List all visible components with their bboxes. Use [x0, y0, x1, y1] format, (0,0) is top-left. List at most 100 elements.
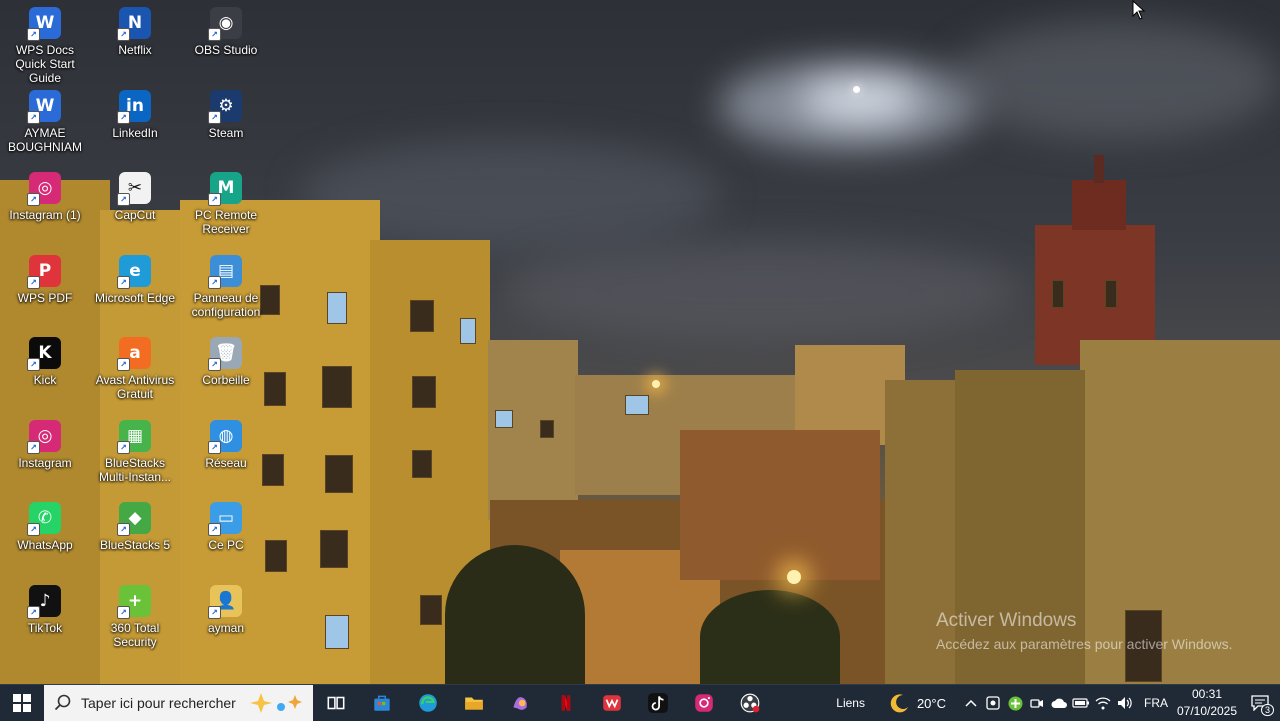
icon-glyph-text: ✂ [127, 178, 143, 198]
edge-icon: e ↗ [117, 255, 151, 289]
desktop-icon[interactable]: ◆ ↗ BlueStacks 5 [90, 497, 180, 552]
desktop-icon-label: BlueStacks 5 [99, 538, 171, 552]
obs-icon [740, 693, 760, 713]
shortcut-arrow-icon: ↗ [117, 276, 130, 289]
desktop-icon[interactable]: 🗑 ↗ Corbeille [181, 332, 271, 387]
360-security-icon: + ↗ [117, 585, 151, 619]
weather-widget[interactable]: 20°C [889, 692, 946, 714]
notification-center-button[interactable]: 3 [1240, 685, 1280, 721]
this-pc-icon: ▭ ↗ [208, 502, 242, 536]
tray-meet-now[interactable] [1026, 685, 1048, 721]
shortcut-arrow-icon: ↗ [117, 358, 130, 371]
desktop-icon-label: WPS Docs Quick Start Guide [15, 43, 75, 85]
desktop-icon[interactable]: W ↗ WPS Docs Quick Start Guide [0, 2, 90, 85]
desktop-icon-label: AYMAE BOUGHNIAM [7, 126, 82, 154]
task-view-icon [327, 696, 345, 710]
desktop-icon[interactable]: in ↗ LinkedIn [90, 85, 180, 140]
linkedin-icon: in ↗ [117, 90, 151, 124]
cloud-icon [1051, 698, 1067, 708]
start-button[interactable] [0, 685, 44, 721]
instagram-icon: ◎ ↗ [27, 172, 61, 206]
battery-icon [1072, 698, 1089, 708]
taskbar-app-wps-office[interactable] [589, 685, 635, 721]
tray-volume[interactable] [1114, 685, 1136, 721]
clock-date: 07/10/2025 [1176, 704, 1238, 718]
shortcut-arrow-icon: ↗ [117, 28, 130, 41]
taskbar-search-box[interactable]: Taper ici pour rechercher [44, 685, 313, 721]
chevron-up-icon [965, 699, 977, 707]
desktop-icon-label: WPS PDF [17, 291, 73, 305]
desktop-icon[interactable]: ▤ ↗ Panneau de configuration [181, 250, 271, 319]
taskbar-app-tiktok[interactable] [635, 685, 681, 721]
input-language[interactable]: FRA [1144, 696, 1168, 710]
taskbar-app-file-explorer[interactable] [451, 685, 497, 721]
capcut-icon: ✂ ↗ [117, 172, 151, 206]
tray-onedrive[interactable] [1048, 685, 1070, 721]
shortcut-arrow-icon: ↗ [117, 523, 130, 536]
desktop-icon-label: Instagram (1) [9, 208, 81, 222]
taskbar-app-edge[interactable] [405, 685, 451, 721]
desktop-icon[interactable]: ✆ ↗ WhatsApp [0, 497, 90, 552]
desktop-icon[interactable]: W ↗ AYMAE BOUGHNIAM [0, 85, 90, 154]
kick-icon: K ↗ [27, 337, 61, 371]
tray-security-icon[interactable] [1004, 685, 1026, 721]
desktop-icon-label: OBS Studio [194, 43, 258, 57]
tray-app-icon[interactable] [982, 685, 1004, 721]
watermark-subtitle: Accédez aux paramètres pour activer Wind… [936, 636, 1233, 652]
desktop-icon[interactable]: a ↗ Avast Antivirus Gratuit [90, 332, 180, 401]
desktop-icon[interactable]: ▭ ↗ Ce PC [181, 497, 271, 552]
app-window-icon [986, 696, 1000, 710]
shortcut-arrow-icon: ↗ [117, 193, 130, 206]
desktop-icon[interactable]: M ↗ PC Remote Receiver [181, 167, 271, 236]
tray-wifi[interactable] [1092, 685, 1114, 721]
mouse-cursor-icon [1132, 0, 1146, 20]
desktop-icon[interactable]: 👤 ↗ ayman [181, 580, 271, 635]
system-tray: Liens 20°C FRA 00:31 07/10/2025 3 [836, 685, 1280, 721]
taskbar-clock[interactable]: 00:31 07/10/2025 [1174, 686, 1240, 720]
obs-icon: ◉ ↗ [208, 7, 242, 41]
desktop-icon-label: Corbeille [202, 373, 250, 387]
netflix-icon: N ↗ [117, 7, 151, 41]
taskbar-app-instagram[interactable] [681, 685, 727, 721]
desktop-icon[interactable]: K ↗ Kick [0, 332, 90, 387]
wps-docs-icon: W ↗ [27, 7, 61, 41]
taskbar-app-obs[interactable] [727, 685, 773, 721]
desktop-icon-label: ayman [207, 621, 245, 635]
desktop-icon-label: WhatsApp [17, 538, 73, 552]
show-hidden-icons-button[interactable] [960, 685, 982, 721]
desktop-icon[interactable]: N ↗ Netflix [90, 2, 180, 57]
desktop-icon-label: Kick [33, 373, 57, 387]
desktop-icon[interactable]: + ↗ 360 Total Security [90, 580, 180, 649]
desktop-icon[interactable]: ⚙ ↗ Steam [181, 85, 271, 140]
tray-battery[interactable] [1070, 685, 1092, 721]
shortcut-arrow-icon: ↗ [208, 276, 221, 289]
weather-temperature: 20°C [916, 695, 946, 711]
desktop-icon[interactable]: ◎ ↗ Instagram [0, 415, 90, 470]
desktop-icon[interactable]: ◎ ↗ Instagram (1) [0, 167, 90, 222]
shortcut-arrow-icon: ↗ [27, 606, 40, 619]
taskbar-app-netflix[interactable] [543, 685, 589, 721]
camera-icon [1030, 699, 1043, 708]
desktop-icon[interactable]: e ↗ Microsoft Edge [90, 250, 180, 305]
desktop-icon-label: Instagram [18, 456, 72, 470]
desktop-icon[interactable]: ◉ ↗ OBS Studio [181, 2, 271, 57]
taskbar-app-task-view[interactable] [313, 685, 359, 721]
icon-glyph-text: a [129, 343, 141, 363]
desktop-icon[interactable]: ♪ ↗ TikTok [0, 580, 90, 635]
icon-glyph-text: ♪ [39, 591, 51, 611]
bluestacks-multi-icon: ▦ ↗ [117, 420, 151, 454]
control-panel-icon: ▤ ↗ [208, 255, 242, 289]
taskbar-app-microsoft-store[interactable] [359, 685, 405, 721]
netflix-icon [561, 695, 571, 711]
icon-glyph-text: K [38, 343, 52, 363]
360-security-tray-icon [1008, 696, 1022, 710]
desktop-icon[interactable]: ✂ ↗ CapCut [90, 167, 180, 222]
links-toolbar[interactable]: Liens [836, 696, 865, 710]
desktop-icon[interactable]: ◍ ↗ Réseau [181, 415, 271, 470]
desktop-icon[interactable]: ▦ ↗ BlueStacks Multi-Instan... [90, 415, 180, 484]
taskbar-app-copilot[interactable] [497, 685, 543, 721]
desktop-icon[interactable]: P ↗ WPS PDF [0, 250, 90, 305]
edge-icon [419, 694, 437, 712]
tiktok-icon [648, 693, 668, 713]
watermark-title: Activer Windows [936, 610, 1077, 631]
